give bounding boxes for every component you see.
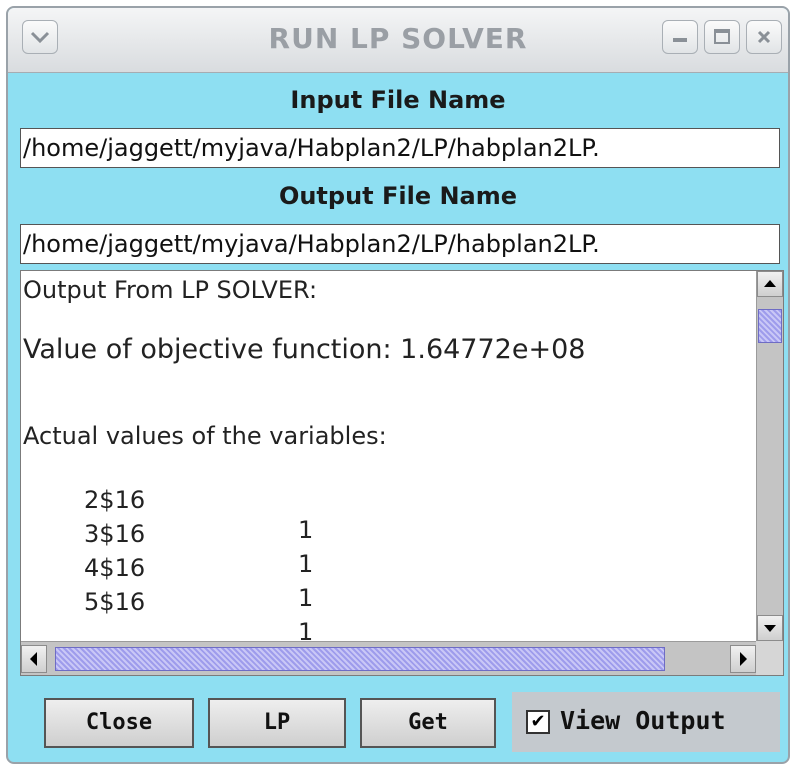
scroll-left-button[interactable] xyxy=(21,645,47,673)
objective-value: Value of objective function: 1.64772e+08 xyxy=(23,334,586,365)
title-bar: RUN LP SOLVER xyxy=(8,8,788,73)
arrow-down-icon xyxy=(764,625,776,632)
horizontal-scroll-thumb[interactable] xyxy=(55,647,665,671)
arrow-right-icon xyxy=(740,652,747,666)
scroll-corner xyxy=(756,641,783,675)
close-icon xyxy=(757,30,771,44)
output-file-label: Output File Name xyxy=(278,182,518,210)
solver-output-text[interactable]: Output From LP SOLVER: Value of objectiv… xyxy=(21,271,756,641)
lp-button[interactable]: LP xyxy=(208,698,346,748)
horizontal-scrollbar[interactable] xyxy=(21,641,756,675)
minimize-icon xyxy=(673,38,687,42)
vertical-scroll-thumb[interactable] xyxy=(758,309,782,343)
checkbox-check-icon[interactable]: ✔ xyxy=(526,710,550,734)
variables-header: Actual values of the variables: xyxy=(23,422,387,450)
arrow-up-icon xyxy=(764,280,776,287)
view-output-checkbox[interactable]: ✔ View Output xyxy=(512,692,780,752)
scroll-up-button[interactable] xyxy=(757,271,783,297)
input-file-label: Input File Name xyxy=(290,86,506,114)
get-button[interactable]: Get xyxy=(360,698,496,748)
variable-name: 5$16 xyxy=(84,588,146,616)
maximize-button[interactable] xyxy=(704,20,740,54)
variable-value: 1 xyxy=(298,618,314,641)
output-header: Output From LP SOLVER: xyxy=(23,276,318,304)
close-button[interactable]: Close xyxy=(44,698,194,748)
view-output-label: View Output xyxy=(560,706,726,735)
output-scroll-pane: Output From LP SOLVER: Value of objectiv… xyxy=(20,270,784,676)
arrow-left-icon xyxy=(30,652,37,666)
close-window-button[interactable] xyxy=(746,20,782,54)
vertical-scrollbar[interactable] xyxy=(756,271,783,641)
input-file-field[interactable]: /home/jaggett/myjava/Habplan2/LP/habplan… xyxy=(20,128,780,168)
lp-solver-window: RUN LP SOLVER Input File Name /home/jagg… xyxy=(6,6,790,764)
scroll-right-button[interactable] xyxy=(730,645,756,673)
minimize-button[interactable] xyxy=(662,20,698,54)
scroll-down-button[interactable] xyxy=(757,615,783,641)
list-item: 5$16 1 xyxy=(23,557,723,641)
maximize-icon xyxy=(714,29,730,44)
output-file-field[interactable]: /home/jaggett/myjava/Habplan2/LP/habplan… xyxy=(20,224,780,264)
